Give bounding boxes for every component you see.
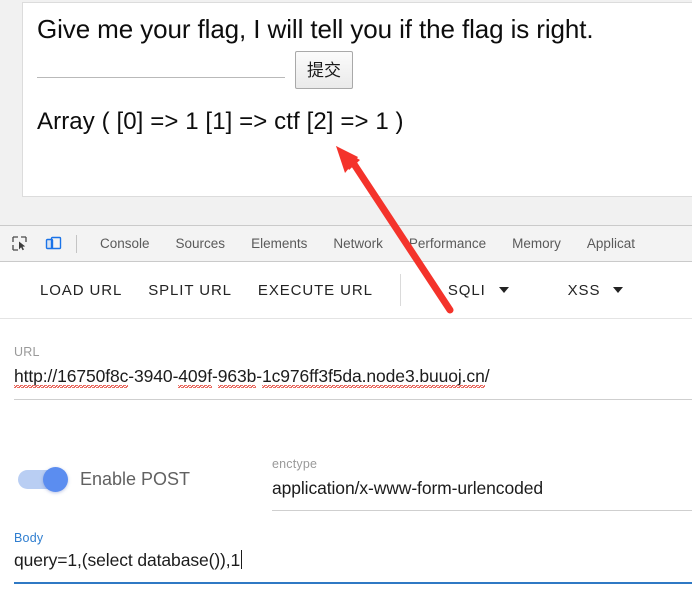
xss-menu-button[interactable]: XSS: [535, 273, 630, 308]
url-label: URL: [14, 345, 40, 359]
hackbar-panel: URL http://16750f8c-3940-409f-963b-1c976…: [0, 319, 692, 589]
toolbar-divider: [76, 234, 77, 253]
chevron-down-icon: [613, 287, 624, 293]
enctype-field-group: enctype application/x-www-form-urlencode…: [272, 457, 692, 511]
submit-button[interactable]: 提交: [295, 51, 353, 89]
hackbar-toolbar: LOAD URL SPLIT URL EXECUTE URL SQLI XSS: [0, 262, 692, 319]
enable-post-label: Enable POST: [80, 469, 191, 489]
browser-viewport-area: Give me your flag, I will tell you if th…: [0, 0, 692, 225]
tab-performance[interactable]: Performance: [396, 226, 499, 261]
url-segment: 16750f8c: [57, 366, 129, 386]
enable-post-toggle[interactable]: Enable POST: [18, 467, 191, 492]
body-underline-focused: [14, 582, 692, 584]
devtools-tab-bar: Console Sources Elements Network Perform…: [0, 225, 692, 262]
sqli-menu-button[interactable]: SQLI: [415, 273, 515, 308]
toggle-track: [18, 467, 68, 492]
rendered-web-page: Give me your flag, I will tell you if th…: [22, 2, 692, 197]
url-segment: -: [211, 366, 218, 386]
body-label: Body: [14, 531, 44, 545]
screenshot-root: Give me your flag, I will tell you if th…: [0, 0, 692, 589]
tab-application[interactable]: Applicat: [574, 226, 648, 261]
tab-elements[interactable]: Elements: [238, 226, 320, 261]
tab-sources[interactable]: Sources: [163, 226, 239, 261]
url-field-group: URL http://16750f8c-3940-409f-963b-1c976…: [14, 345, 692, 400]
post-settings-row: Enable POST enctype application/x-www-fo…: [0, 449, 692, 519]
toggle-thumb: [43, 467, 68, 492]
url-segment: 409f: [178, 366, 212, 386]
tab-memory[interactable]: Memory: [499, 226, 574, 261]
url-segment: 1c976ff3f5da.node3.buuoj.cn: [261, 366, 485, 386]
text-cursor: [241, 550, 243, 569]
tab-console[interactable]: Console: [87, 226, 163, 261]
tab-network[interactable]: Network: [320, 226, 396, 261]
sqli-menu-label: SQLI: [447, 281, 486, 299]
url-segment: 3940: [134, 366, 173, 386]
xss-menu-label: XSS: [567, 281, 601, 299]
url-segment: http://: [14, 366, 58, 386]
url-input[interactable]: http://16750f8c-3940-409f-963b-1c976ff3f…: [14, 366, 692, 390]
url-underline: [14, 399, 692, 400]
enctype-label: enctype: [272, 457, 318, 471]
load-url-button[interactable]: LOAD URL: [27, 273, 135, 308]
enctype-underline: [272, 510, 692, 511]
device-toolbar-icon[interactable]: [38, 230, 68, 258]
body-field-group: Body query=1,(select database()),1: [14, 531, 692, 584]
url-segment: 963b: [217, 366, 257, 386]
php-array-output: Array ( [0] => 1 [1] => ctf [2] => 1 ): [37, 108, 404, 135]
inspect-element-icon[interactable]: [4, 230, 34, 258]
execute-url-button[interactable]: EXECUTE URL: [245, 273, 386, 308]
body-input: query=1,(select database()),1: [14, 550, 241, 570]
split-url-button[interactable]: SPLIT URL: [135, 273, 245, 308]
flag-input[interactable]: [37, 51, 285, 78]
chevron-down-icon: [498, 287, 509, 293]
url-segment: /: [484, 366, 490, 386]
body-input-wrap[interactable]: query=1,(select database()),1: [14, 550, 692, 574]
flag-form: 提交: [37, 51, 353, 89]
hackbar-divider: [399, 274, 401, 306]
page-title: Give me your flag, I will tell you if th…: [37, 14, 594, 44]
enctype-input[interactable]: application/x-www-form-urlencoded: [272, 478, 692, 502]
